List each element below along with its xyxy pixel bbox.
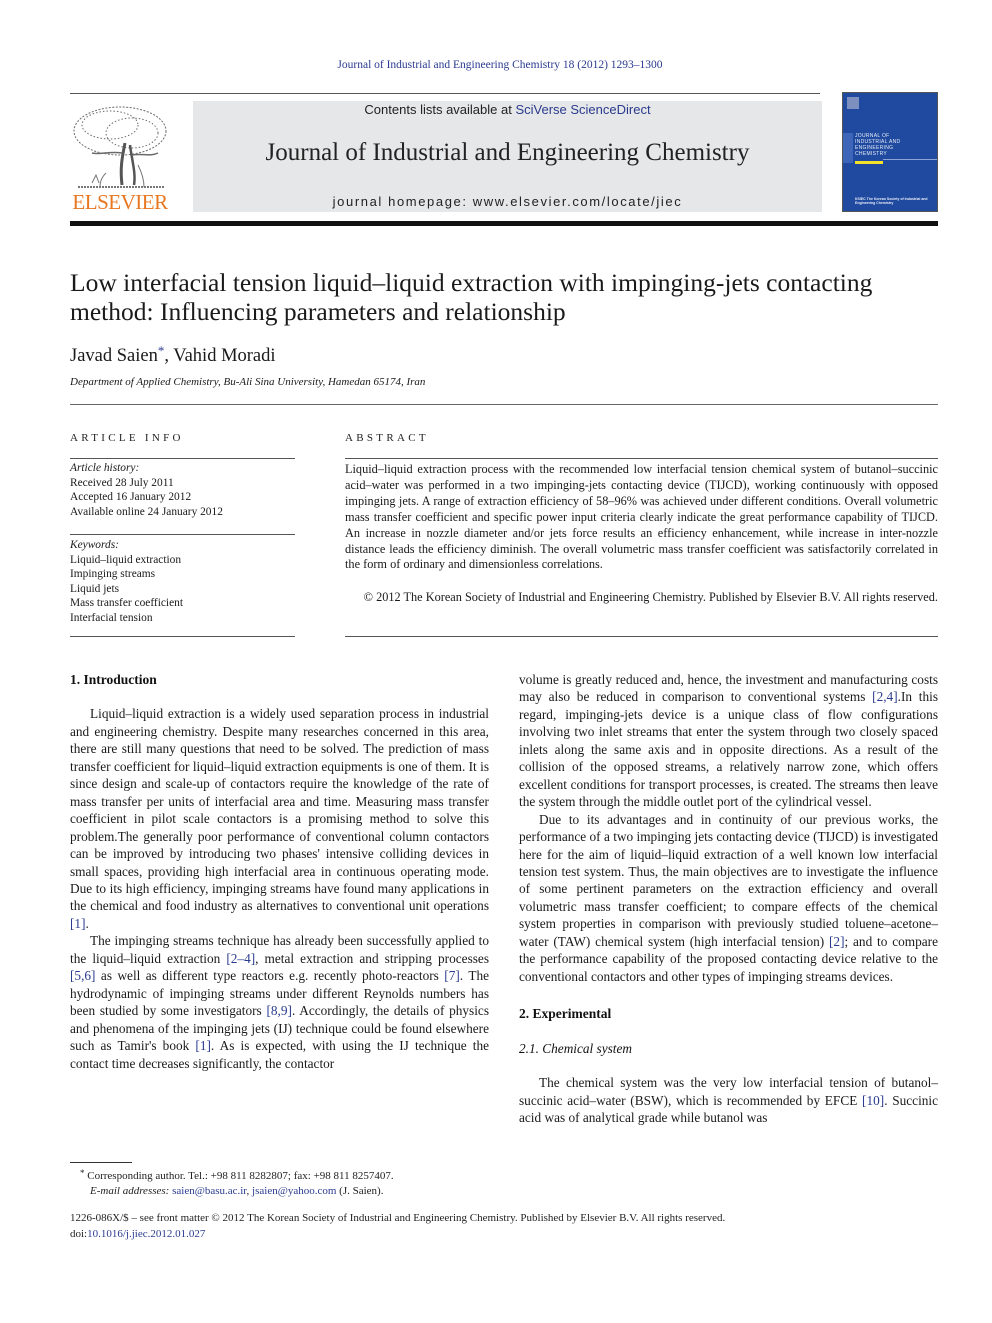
history-accepted: Accepted 16 January 2012 [70, 491, 192, 503]
footnote-contact: Corresponding author. Tel.: +98 811 8282… [87, 1170, 394, 1182]
corresponding-author-footnote: * Corresponding author. Tel.: +98 811 82… [70, 1166, 394, 1199]
running-head[interactable]: Journal of Industrial and Engineering Ch… [0, 59, 992, 71]
footnote-rule [70, 1162, 132, 1163]
header-rule [70, 93, 820, 94]
keyword-item: Liquid–liquid extraction [70, 553, 182, 566]
citation-link[interactable]: [8,9] [266, 1003, 291, 1018]
keyword-item: Liquid jets [70, 582, 120, 595]
article-title: Low interfacial tension liquid–liquid ex… [70, 268, 873, 326]
doi-link[interactable]: 10.1016/j.jiec.2012.01.027 [87, 1228, 205, 1240]
email-link[interactable]: jsaien@yahoo.com [252, 1185, 336, 1197]
keyword-item: Impinging streams [70, 568, 156, 580]
front-matter-meta: 1226-086X/$ – see front matter © 2012 Th… [70, 1211, 725, 1242]
section-heading-introduction: 1. Introduction [70, 672, 157, 687]
author-separator: , [164, 346, 174, 366]
header-thick-rule [70, 221, 938, 226]
elsevier-logo[interactable]: ELSEVIER [70, 103, 170, 215]
abstract-rule [345, 458, 938, 459]
author-name[interactable]: Vahid Moradi [173, 346, 275, 366]
cover-band [843, 133, 853, 163]
journal-title: Journal of Industrial and Engineering Ch… [265, 139, 750, 166]
title-separator [70, 404, 938, 405]
citation-link[interactable]: [1] [195, 1038, 211, 1053]
keyword-item: Interfacial tension [70, 611, 153, 624]
footnote-marker: * [80, 1168, 85, 1178]
history-online: Available online 24 January 2012 [70, 505, 223, 518]
subsection-heading-chemical-system: 2.1. Chemical system [519, 1040, 633, 1056]
paragraph: volume is greatly reduced and, hence, th… [519, 672, 938, 810]
elsevier-wordmark: ELSEVIER [72, 190, 168, 214]
citation-link[interactable]: [2–4] [226, 951, 255, 966]
cover-society: KSIEC The Korean Society of Industrial a… [855, 197, 928, 205]
abstract-copyright: © 2012 The Korean Society of Industrial … [363, 590, 938, 604]
citation-link[interactable]: [7] [444, 968, 460, 983]
history-received: Received 28 July 2011 [70, 476, 174, 489]
abstract-end-rule [345, 636, 938, 637]
doi-line: doi:10.1016/j.jiec.2012.01.027 [70, 1227, 725, 1243]
citation-link[interactable]: [5,6] [70, 968, 95, 983]
journal-homepage-link[interactable]: journal homepage: www.elsevier.com/locat… [193, 194, 822, 209]
footnote-emails: E-mail addresses: saien@basu.ac.ir, jsai… [90, 1185, 384, 1197]
cover-publisher-icon [847, 97, 859, 109]
footnote-line: * Corresponding author. Tel.: +98 811 82… [70, 1166, 394, 1184]
abstract-text: Liquid–liquid extraction process with th… [345, 462, 938, 572]
article-info-rule [70, 458, 295, 459]
author-list: Javad Saien*, Vahid Moradi [70, 343, 276, 367]
history-label: Article history: [70, 462, 140, 474]
email-label: E-mail addresses: [90, 1185, 170, 1197]
journal-cover-thumbnail[interactable]: JOURNAL OF INDUSTRIAL AND ENGINEERING CH… [842, 92, 938, 212]
body-right-column: volume is greatly reduced and, hence, th… [519, 671, 938, 1126]
keywords-label: Keywords: [70, 539, 119, 551]
doi-label: doi: [70, 1227, 88, 1240]
citation-link[interactable]: [2,4] [872, 689, 897, 704]
citation-link[interactable]: [10] [862, 1093, 884, 1108]
author-name[interactable]: Javad Saien [70, 346, 158, 366]
section-heading-experimental: 2. Experimental [519, 1006, 612, 1022]
keywords-block: Keywords: Liquid–liquid extraction Impin… [70, 538, 295, 625]
citation-link[interactable]: [2] [829, 934, 845, 949]
cover-title: JOURNAL OF INDUSTRIAL AND ENGINEERING CH… [855, 133, 901, 157]
contents-line: Contents lists available at SciVerse Sci… [193, 102, 822, 117]
article-info-heading: ARTICLE INFO [70, 432, 184, 444]
paragraph: Liquid–liquid extraction is a widely use… [70, 706, 489, 931]
elsevier-tree-icon [73, 106, 167, 188]
cover-rule [883, 159, 937, 160]
article-info-end-rule [70, 636, 295, 637]
citation-link[interactable]: [1] [70, 916, 86, 931]
paragraph: Due to its advantages and in continuity … [519, 811, 938, 984]
paragraph: The chemical system was the very low int… [519, 1075, 939, 1125]
email-link[interactable]: saien@basu.ac.ir [172, 1185, 246, 1197]
cover-accent-bar [855, 161, 883, 164]
keyword-item: Mass transfer coefficient [70, 597, 184, 609]
journal-banner: Contents lists available at SciVerse Sci… [193, 101, 822, 212]
sciencedirect-link[interactable]: SciVerse ScienceDirect [515, 102, 650, 117]
article-history: Article history: Received 28 July 2011 A… [70, 461, 295, 519]
affiliation: Department of Applied Chemistry, Bu-Ali … [70, 376, 426, 388]
keywords-rule [70, 534, 295, 535]
paragraph: The impinging streams technique has alre… [70, 933, 489, 1071]
issn-line: 1226-086X/$ – see front matter © 2012 Th… [70, 1212, 726, 1224]
body-left-column: 1. Introduction Liquid–liquid extraction… [70, 671, 489, 1072]
email-suffix: (J. Saien). [336, 1185, 384, 1197]
abstract-heading: ABSTRACT [345, 432, 429, 444]
contents-prefix: Contents lists available at [364, 102, 516, 117]
